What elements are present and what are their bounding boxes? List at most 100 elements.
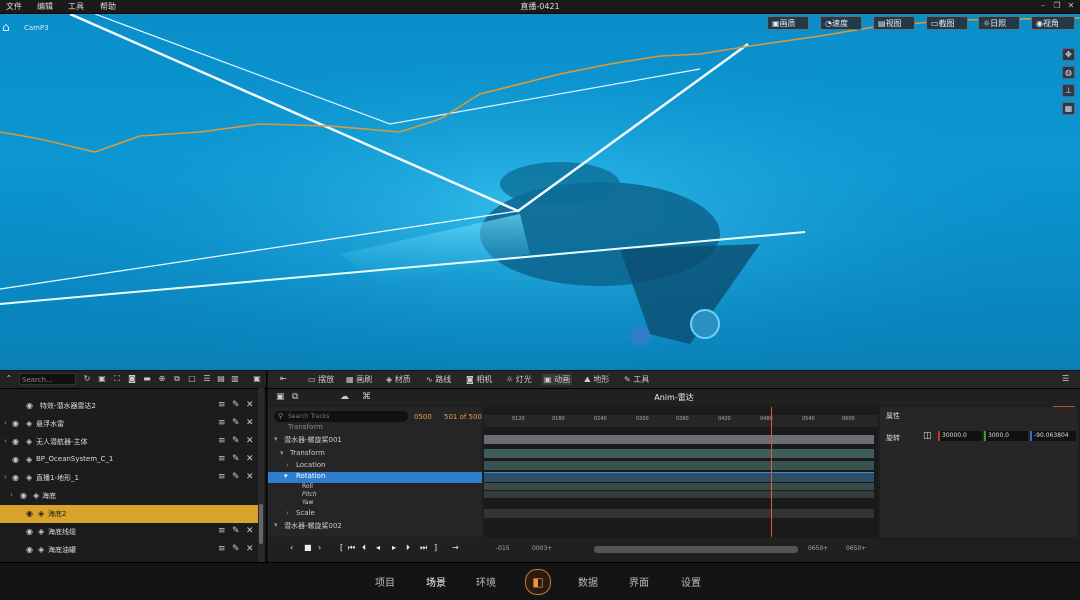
scene-viewport[interactable]: ⌂ CamP3 ▣画质 ◔速度 ▤视图 ▭截图 ☼日照 ◉视角 ✥ ◍ ⊥ ▦	[0, 14, 1080, 370]
outliner-row[interactable]: ◉ 特效-潜水器雷达2 ≡ ✎ ✕	[0, 397, 258, 415]
tab-brush[interactable]: ▦ 画刷	[346, 374, 372, 385]
outliner-row[interactable]: › ◉ ◈ 海底	[0, 487, 258, 505]
eye-icon[interactable]: ◉	[26, 509, 33, 518]
app-logo-icon[interactable]: ◧	[525, 569, 551, 595]
stop-icon[interactable]: ■	[304, 543, 312, 552]
expand-icon[interactable]: ›	[4, 473, 7, 481]
track-row[interactable]: › Location	[268, 461, 482, 472]
bracket-end-icon[interactable]: ]	[434, 543, 437, 552]
play-back-icon[interactable]: ◂	[376, 543, 380, 552]
delete-icon[interactable]: ✕	[246, 526, 254, 536]
rotation-z-field[interactable]: -90.063804	[1030, 431, 1076, 441]
tab-route[interactable]: ∿ 路线	[426, 374, 451, 385]
edit-icon[interactable]: ✎	[232, 454, 240, 464]
chart-icon[interactable]: ▥	[230, 374, 240, 384]
align-icon[interactable]: ≡	[218, 544, 226, 554]
panel-icon[interactable]: ▣	[252, 374, 262, 384]
track-bar[interactable]	[484, 509, 874, 518]
expand-icon[interactable]: ›	[286, 509, 289, 517]
nav-environment[interactable]: 环境	[476, 574, 496, 589]
layers-icon[interactable]: ▬	[142, 374, 152, 384]
edit-icon[interactable]: ✎	[232, 400, 240, 410]
playhead[interactable]: 0500	[771, 406, 1075, 537]
track-row[interactable]: ▾ 潜水器-螺旋桨001	[268, 435, 482, 446]
target-icon[interactable]: ⊕	[157, 374, 167, 384]
expand-icon[interactable]: ›	[10, 491, 13, 499]
align-icon[interactable]: ≡	[218, 454, 226, 464]
sunlight-button[interactable]: ☼日照	[978, 16, 1020, 30]
timeline-scrollbar[interactable]	[594, 546, 798, 553]
outliner-row[interactable]: ◉ ◈ BP_OceanSystem_C_1 ≡ ✎ ✕	[0, 451, 258, 469]
delete-icon[interactable]: ✕	[246, 400, 254, 410]
tab-animation[interactable]: ▣ 动画	[542, 374, 573, 385]
collapse-icon[interactable]: ▾	[274, 435, 278, 443]
nav-interface[interactable]: 界面	[629, 574, 649, 589]
speed-button[interactable]: ◔速度	[820, 16, 862, 30]
delete-icon[interactable]: ✕	[246, 544, 254, 554]
rotation-x-field[interactable]: 30000.0	[938, 431, 982, 441]
quality-button[interactable]: ▣画质	[767, 16, 809, 30]
tab-terrain[interactable]: ⛰ 地形	[584, 374, 609, 385]
collapse-icon[interactable]: ▾	[284, 472, 288, 480]
minimize-icon[interactable]: –	[1036, 0, 1050, 12]
tab-camera[interactable]: ◙ 相机	[466, 374, 492, 385]
outliner-row[interactable]: › ◉ ◈ 悬浮水雷 ≡ ✎ ✕	[0, 415, 258, 433]
prev-icon[interactable]: ‹	[290, 543, 293, 552]
tab-material[interactable]: ◈ 材质	[386, 374, 411, 385]
outliner-row-selected[interactable]: ◉ ◈ 海底2	[0, 505, 258, 523]
frame-icon[interactable]: ▣	[97, 374, 107, 384]
tab-tools[interactable]: ✎ 工具	[624, 374, 649, 385]
eye-icon[interactable]: ◉	[26, 401, 33, 410]
edit-icon[interactable]: ✎	[232, 544, 240, 554]
step-back-icon[interactable]: ⏴	[362, 543, 366, 553]
align-icon[interactable]: ≡	[218, 418, 226, 428]
nav-data[interactable]: 数据	[578, 574, 598, 589]
pin-icon[interactable]: ⊥	[1062, 84, 1075, 97]
restore-icon[interactable]: ❐	[1050, 0, 1064, 12]
timeline-ruler[interactable]: 0120 0180 0240 0300 0360 0420 0480 0540 …	[484, 415, 878, 427]
align-icon[interactable]: ≡	[218, 400, 226, 410]
track-row[interactable]: ▾ 潜水器-螺旋桨002	[268, 521, 482, 532]
nav-settings[interactable]: 设置	[681, 574, 701, 589]
outliner-row[interactable]: › ◉ ◈ 直播1-地形_1 ≡ ✎ ✕	[0, 469, 258, 487]
outliner-row[interactable]: › ◉ ◈ 无人潜航器-主体 ≡ ✎ ✕	[0, 433, 258, 451]
track-row[interactable]: › Scale	[268, 509, 482, 520]
edit-icon[interactable]: ✎	[232, 526, 240, 536]
collapse-icon[interactable]: ▾	[274, 521, 278, 529]
eye-icon[interactable]: ◉	[12, 419, 19, 428]
track-search-input[interactable]: Search Tracks	[274, 411, 408, 422]
panel-menu-icon[interactable]: ☰	[1062, 374, 1069, 383]
track-bar[interactable]	[484, 449, 874, 458]
menu-icon[interactable]: ⇤	[280, 374, 287, 383]
track-row[interactable]: ▾ Transform	[268, 449, 482, 460]
align-icon[interactable]: ≡	[218, 436, 226, 446]
expand-icon[interactable]: ›	[4, 419, 7, 427]
scrollbar-thumb[interactable]	[259, 504, 263, 544]
perspective-button[interactable]: ◉视角	[1031, 16, 1075, 30]
screenshot-button[interactable]: ▭截图	[926, 16, 968, 30]
copy-icon[interactable]: ⧉	[172, 374, 182, 384]
eye-icon[interactable]: ◉	[12, 437, 19, 446]
next-icon[interactable]: ›	[318, 543, 321, 552]
track-bar[interactable]	[484, 472, 874, 482]
skip-end-icon[interactable]: ⏭	[420, 543, 427, 553]
timeline[interactable]: 0120 0180 0240 0300 0360 0420 0480 0540 …	[484, 406, 1075, 537]
globe-icon[interactable]: ◍	[1062, 66, 1075, 79]
delete-icon[interactable]: ✕	[246, 418, 254, 428]
track-row-selected[interactable]: ▾ Rotation	[268, 472, 482, 483]
track-row[interactable]: Transform	[268, 423, 482, 434]
edit-icon[interactable]: ✎	[232, 436, 240, 446]
track-bar[interactable]	[484, 461, 874, 470]
eye-icon[interactable]: ◉	[26, 545, 33, 554]
eye-icon[interactable]: ◉	[26, 527, 33, 536]
collapse-icon[interactable]: ▾	[280, 449, 284, 457]
eye-icon[interactable]: ◉	[20, 491, 27, 500]
outliner-row[interactable]: ◉ ◈ 海底油罐 ≡ ✎ ✕	[0, 541, 258, 559]
refresh-icon[interactable]: ↻	[82, 374, 92, 384]
outliner-search-input[interactable]: Search...	[19, 373, 76, 385]
track-bar[interactable]	[484, 483, 874, 490]
edit-icon[interactable]: ✎	[232, 418, 240, 428]
arrow-right-icon[interactable]: →	[452, 543, 459, 552]
align-icon[interactable]: ≡	[218, 472, 226, 482]
tab-place[interactable]: ▭ 摆放	[308, 374, 334, 385]
